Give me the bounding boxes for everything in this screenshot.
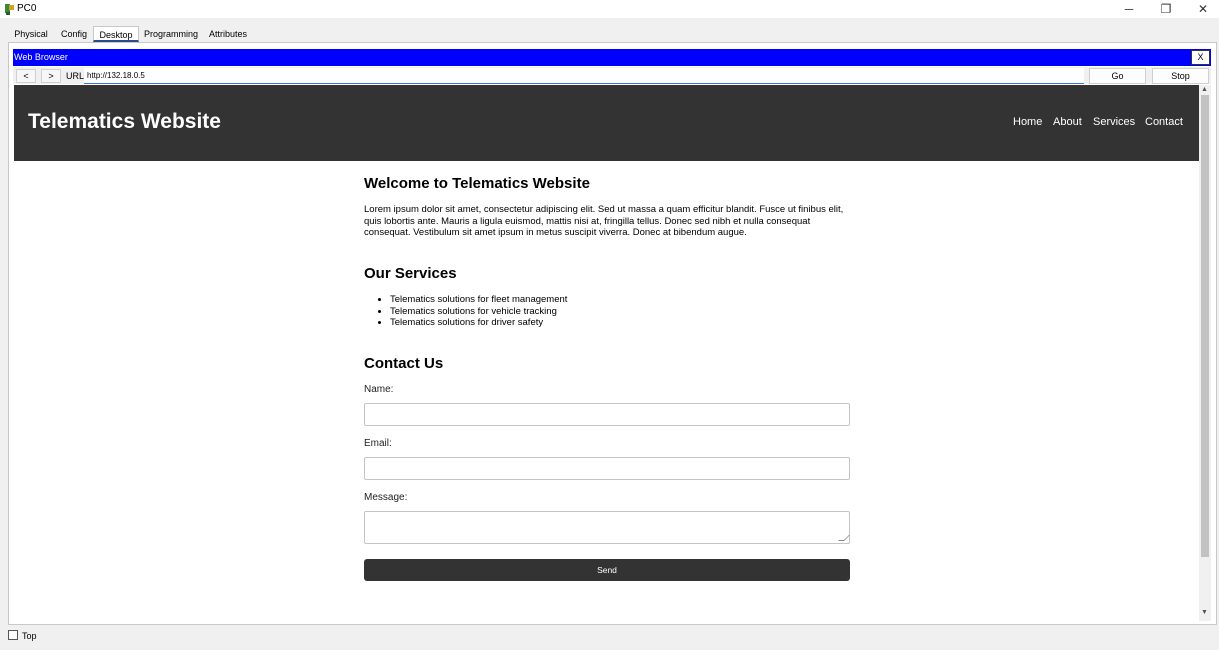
list-item: Telematics solutions for fleet managemen… <box>390 294 567 306</box>
contact-heading: Contact Us <box>364 355 444 372</box>
resize-grip-icon[interactable] <box>838 535 850 541</box>
url-label: URL <box>66 71 85 81</box>
restore-button[interactable]: ❐ <box>1154 1 1178 17</box>
tab-physical[interactable]: Physical <box>8 26 54 42</box>
message-field[interactable] <box>364 511 850 544</box>
top-checkbox-label: Top <box>22 631 37 641</box>
site-title: Telematics Website <box>28 110 221 133</box>
site-header: Telematics Website Home About Services C… <box>14 85 1199 161</box>
services-list: Telematics solutions for fleet managemen… <box>390 294 567 329</box>
email-label: Email: <box>364 438 392 449</box>
nav-link-services[interactable]: Services <box>1093 116 1135 128</box>
stop-button[interactable]: Stop <box>1152 68 1209 84</box>
name-field[interactable] <box>364 403 850 426</box>
vertical-scrollbar[interactable]: ▲ ▼ <box>1199 85 1211 621</box>
send-button[interactable]: Send <box>364 559 850 581</box>
tab-programming[interactable]: Programming <box>143 26 199 42</box>
list-item: Telematics solutions for vehicle trackin… <box>390 306 567 318</box>
window-title: PC0 <box>17 3 37 14</box>
tab-attributes[interactable]: Attributes <box>206 26 250 42</box>
app-icon <box>5 4 14 15</box>
scroll-down-icon[interactable]: ▼ <box>1201 609 1208 616</box>
go-button[interactable]: Go <box>1089 68 1146 84</box>
nav-link-contact[interactable]: Contact <box>1145 116 1183 128</box>
welcome-heading: Welcome to Telematics Website <box>364 175 590 192</box>
forward-button[interactable]: > <box>41 69 61 83</box>
url-input[interactable] <box>84 68 1084 84</box>
scroll-up-icon[interactable]: ▲ <box>1201 86 1208 93</box>
web-browser-header: Web Browser <box>13 49 1211 66</box>
web-browser-close-button[interactable]: X <box>1191 50 1210 65</box>
services-heading: Our Services <box>364 265 457 282</box>
window-titlebar: PC0 ─ ❐ ✕ <box>0 0 1219 18</box>
email-field[interactable] <box>364 457 850 480</box>
nav-link-about[interactable]: About <box>1053 116 1082 128</box>
message-label: Message: <box>364 492 408 503</box>
tab-config[interactable]: Config <box>58 26 90 42</box>
close-window-button[interactable]: ✕ <box>1191 1 1215 17</box>
minimize-button[interactable]: ─ <box>1117 1 1141 17</box>
list-item: Telematics solutions for driver safety <box>390 317 567 329</box>
web-page: Telematics Website Home About Services C… <box>14 85 1199 621</box>
top-checkbox[interactable] <box>8 630 18 640</box>
back-button[interactable]: < <box>16 69 36 83</box>
nav-link-home[interactable]: Home <box>1013 116 1042 128</box>
name-label: Name: <box>364 384 394 395</box>
tab-desktop[interactable]: Desktop <box>93 26 139 42</box>
welcome-paragraph: Lorem ipsum dolor sit amet, consectetur … <box>364 204 844 238</box>
scrollbar-thumb[interactable] <box>1201 95 1209 557</box>
web-browser-title: Web Browser <box>14 52 68 62</box>
